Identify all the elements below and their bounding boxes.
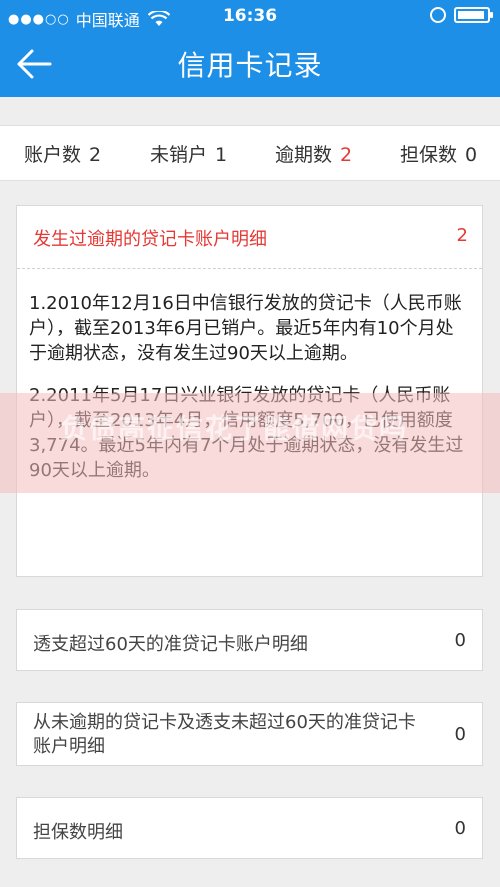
section-never-overdue[interactable]: 从未逾期的贷记卡及透支未超过60天的准贷记卡账户明细 0 <box>16 702 483 766</box>
section-title: 担保数明细 <box>33 822 123 843</box>
overdue-card-header[interactable]: 发生过逾期的贷记卡账户明细 2 <box>17 206 482 269</box>
overdue-item: 2.2011年5月17日兴业银行发放的贷记卡（人民币账户），截至2013年4月，… <box>29 385 464 481</box>
stat-value: 0 <box>465 144 478 166</box>
stat-not-closed[interactable]: 未销户 1 <box>150 140 227 167</box>
section-title: 从未逾期的贷记卡及透支未超过60天的准贷记卡账户明细 <box>33 712 416 757</box>
stat-value: 2 <box>89 144 102 166</box>
section-count: 0 <box>454 818 466 839</box>
overdue-card-count: 2 <box>456 225 468 246</box>
status-bar: ●●●○○ 中国联通 16:36 <box>0 0 500 34</box>
stat-value: 2 <box>340 144 353 166</box>
section-overdraft-60[interactable]: 透支超过60天的准贷记卡账户明细 0 <box>16 609 483 671</box>
app-header: ●●●○○ 中国联通 16:36 信用卡记录 <box>0 0 500 97</box>
stat-guarantee[interactable]: 担保数 0 <box>400 140 477 167</box>
section-count: 0 <box>454 724 466 745</box>
section-title: 透支超过60天的准贷记卡账户明细 <box>33 634 308 655</box>
overdue-card-title: 发生过逾期的贷记卡账户明细 <box>33 229 267 250</box>
overdue-card: 发生过逾期的贷记卡账户明细 2 1.2010年12月16日中信银行发放的贷记卡（… <box>16 205 483 577</box>
stat-accounts[interactable]: 账户数 2 <box>24 140 101 167</box>
stat-label: 账户数 <box>24 144 82 166</box>
section-count: 0 <box>454 630 466 651</box>
page-title: 信用卡记录 <box>177 49 323 82</box>
status-right <box>430 7 493 23</box>
section-guarantee[interactable]: 担保数明细 0 <box>16 797 483 859</box>
stat-label: 担保数 <box>400 144 458 166</box>
status-time: 16:36 <box>222 6 278 26</box>
stats-bar: 账户数 2 未销户 1 逾期数 2 担保数 0 <box>0 125 500 181</box>
overdue-item: 1.2010年12月16日中信银行发放的贷记卡（人民币账户），截至2013年6月… <box>29 293 462 364</box>
overdue-items: 1.2010年12月16日中信银行发放的贷记卡（人民币账户），截至2013年6月… <box>17 269 482 483</box>
rotation-lock-icon <box>430 7 446 23</box>
stat-label: 未销户 <box>150 144 208 166</box>
battery-icon <box>454 7 493 23</box>
stat-overdue[interactable]: 逾期数 2 <box>275 140 352 167</box>
stat-value: 1 <box>215 144 228 166</box>
stat-label: 逾期数 <box>275 144 333 166</box>
